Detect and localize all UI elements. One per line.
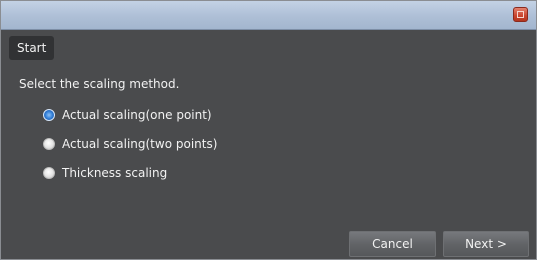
option-label: Thickness scaling bbox=[62, 166, 168, 180]
option-label: Actual scaling(two points) bbox=[62, 137, 218, 151]
scaling-dialog: Start Select the scaling method. Actual … bbox=[0, 0, 537, 260]
dialog-body: Start Select the scaling method. Actual … bbox=[1, 30, 536, 259]
option-label: Actual scaling(one point) bbox=[62, 108, 212, 122]
step-tab-start: Start bbox=[9, 36, 55, 60]
option-actual-scaling-one-point[interactable]: Actual scaling(one point) bbox=[43, 106, 212, 124]
option-actual-scaling-two-points[interactable]: Actual scaling(two points) bbox=[43, 135, 217, 153]
radio-unselected-icon[interactable] bbox=[43, 167, 55, 179]
radio-selected-icon[interactable] bbox=[43, 109, 55, 121]
next-button[interactable]: Next > bbox=[443, 231, 529, 257]
radio-unselected-icon[interactable] bbox=[43, 138, 55, 150]
title-bar[interactable] bbox=[1, 1, 536, 30]
instruction-text: Select the scaling method. bbox=[19, 77, 180, 91]
cancel-button[interactable]: Cancel bbox=[349, 231, 436, 257]
option-thickness-scaling[interactable]: Thickness scaling bbox=[43, 164, 167, 182]
close-icon[interactable] bbox=[513, 7, 528, 22]
